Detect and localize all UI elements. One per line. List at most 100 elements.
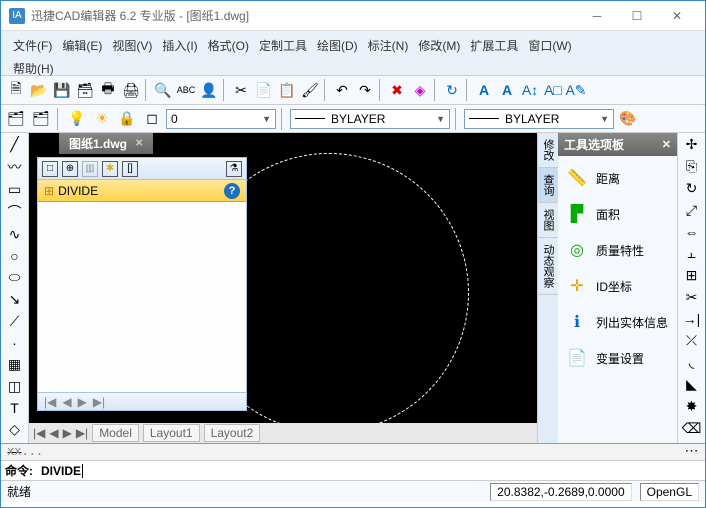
document-tab[interactable]: 图纸1.dwg ✕ [59,133,153,154]
panel-btn3-icon[interactable]: ▥ [82,161,98,177]
spline-icon[interactable]: ∿ [4,225,26,244]
circle-icon[interactable]: ○ [4,247,26,265]
polyline-icon[interactable]: 〰 [4,157,26,177]
text-a2-icon[interactable]: A [496,79,518,101]
explode-icon[interactable]: ✸ [681,397,703,416]
palette-tab-orbit[interactable]: 动态观察 [538,238,558,295]
close-button[interactable]: ✕ [657,2,697,30]
rect-icon[interactable]: ▭ [4,180,26,199]
point-icon[interactable]: · [4,334,26,352]
menu-insert[interactable]: 插入(I) [158,35,201,56]
panel-btn6-icon[interactable]: ⚗ [226,161,242,177]
command-input[interactable]: DIVIDE [41,464,83,478]
erase2-icon[interactable]: ⌫ [681,419,703,438]
command-line[interactable]: 命令: DIVIDE [1,460,705,480]
fillet-icon[interactable]: ◟ [681,353,703,372]
new-icon[interactable]: 🗎 [5,79,27,101]
undo-icon[interactable]: ↶ [331,79,353,101]
palette-item-distance[interactable]: 📏 距离 [562,160,673,196]
text-icon[interactable]: T [4,399,26,417]
copy-icon[interactable]: 📄 [253,79,275,101]
layout-tab-model[interactable]: Model [92,424,139,442]
region-icon[interactable]: ◫ [4,377,26,396]
rotate-icon[interactable]: ↻ [681,179,703,198]
more1-icon[interactable]: ◇ [4,420,26,439]
more-icon[interactable]: ⋯ [681,441,703,460]
menu-view[interactable]: 视图(V) [108,35,156,56]
gear-icon[interactable]: ✱ [102,161,118,177]
chamfer-icon[interactable]: ◣ [681,375,703,394]
redo-icon[interactable]: ↷ [354,79,376,101]
ray-icon[interactable]: ↘ [4,290,26,309]
text-a1-icon[interactable]: A [473,79,495,101]
offset-icon[interactable]: ⫠ [681,244,703,263]
scale-icon[interactable]: ⤢ [681,201,703,220]
cut-icon[interactable]: ✂ [230,79,252,101]
layout-tab-1[interactable]: Layout1 [143,424,200,442]
xline-icon[interactable]: ⟋ [4,312,26,331]
minimize-button[interactable]: ─ [577,2,617,30]
layer-tool2-icon[interactable]: 🗂 [30,108,52,130]
palette-item-list[interactable]: ℹ 列出实体信息 [562,304,673,340]
menu-modify[interactable]: 修改(M) [414,35,464,56]
copy2-icon[interactable]: ⎘ [681,157,703,176]
palette-tab-inquiry[interactable]: 查询 [538,168,558,203]
ellipse-icon[interactable]: ⬭ [4,268,26,287]
nav-prev-icon[interactable]: ◀ [62,395,71,409]
panel-btn2-icon[interactable]: ⊕ [62,161,78,177]
menu-edit[interactable]: 编辑(E) [58,35,106,56]
menu-dimension[interactable]: 标注(N) [364,35,413,56]
open-icon[interactable]: 📂 [28,79,50,101]
extend-icon[interactable]: →| [681,310,703,328]
menu-extensions[interactable]: 扩展工具 [466,35,522,56]
panel-btn1-icon[interactable]: □ [42,161,58,177]
refresh-icon[interactable]: ↻ [441,79,463,101]
palette-tab-modify[interactable]: 修改 [538,133,558,168]
bulb-icon[interactable]: 💡 [66,108,88,130]
panel-btn5-icon[interactable]: [] [122,161,138,177]
menu-file[interactable]: 文件(F) [9,35,56,56]
maximize-button[interactable]: ☐ [617,2,657,30]
color-tool-icon[interactable]: 🎨 [617,108,639,130]
color-swatch-icon[interactable]: ◻ [141,108,163,130]
line-icon[interactable]: ╱ [4,135,26,154]
break-icon[interactable]: ⤫ [681,331,703,350]
command-palette-panel[interactable]: □ ⊕ ▥ ✱ [] ⚗ ⊞ DIVIDE ? |◀ ◀ ▶ ▶| [37,157,247,411]
lock-icon[interactable]: 🔒 [116,108,138,130]
matchprop-icon[interactable]: 🖌 [299,79,321,101]
nav-next-icon[interactable]: ▶ [78,395,87,409]
delete-icon[interactable]: ✖ [386,79,408,101]
help-icon[interactable]: ? [224,183,240,199]
array-icon[interactable]: ⊞ [681,266,703,285]
linetype-combo[interactable]: BYLAYER ▼ [290,109,450,129]
nav-next-icon[interactable]: ▶ [63,426,72,440]
move-icon[interactable]: ✢ [681,135,703,154]
menu-window[interactable]: 窗口(W) [524,35,575,56]
sun-icon[interactable]: ☀ [91,108,113,130]
hatch-icon[interactable]: ▦ [4,355,26,374]
palette-item-id[interactable]: ✛ ID坐标 [562,268,673,304]
preview-icon[interactable]: 🖨 [120,79,142,101]
text-a3-icon[interactable]: A↕ [519,79,541,101]
lineweight-combo[interactable]: BYLAYER ▼ [464,109,614,129]
print-icon[interactable]: 🖶 [97,79,119,101]
layer-tool1-icon[interactable]: 🗂 [5,108,27,130]
drawing-canvas[interactable]: 图纸1.dwg ✕ □ ⊕ ▥ ✱ [] ⚗ ⊞ DIVIDE ? |◀ ◀ [29,133,537,443]
user-icon[interactable]: 👤 [198,79,220,101]
palette-item-area[interactable]: ▛ 面积 [562,196,673,232]
text-a5-icon[interactable]: A✎ [565,79,587,101]
nav-prev-icon[interactable]: ◀ [49,426,58,440]
nav-last-icon[interactable]: ▶| [93,395,105,409]
arc-icon[interactable]: ⌒ [4,202,26,222]
layer-combo[interactable]: 0 ▼ [166,109,276,129]
trim-icon[interactable]: ✂ [681,288,703,307]
spellcheck-icon[interactable]: ABC [175,79,197,101]
mirror-icon[interactable]: ⇔ [681,223,703,241]
text-a4-icon[interactable]: A□ [542,79,564,101]
nav-last-icon[interactable]: ▶| [76,426,88,440]
saveall-icon[interactable]: 🗃 [74,79,96,101]
find-icon[interactable]: 🔍 [152,79,174,101]
nav-first-icon[interactable]: |◀ [44,395,56,409]
palette-item-massprop[interactable]: ◎ 质量特性 [562,232,673,268]
palette-item-setvar[interactable]: 📄 变量设置 [562,340,673,376]
